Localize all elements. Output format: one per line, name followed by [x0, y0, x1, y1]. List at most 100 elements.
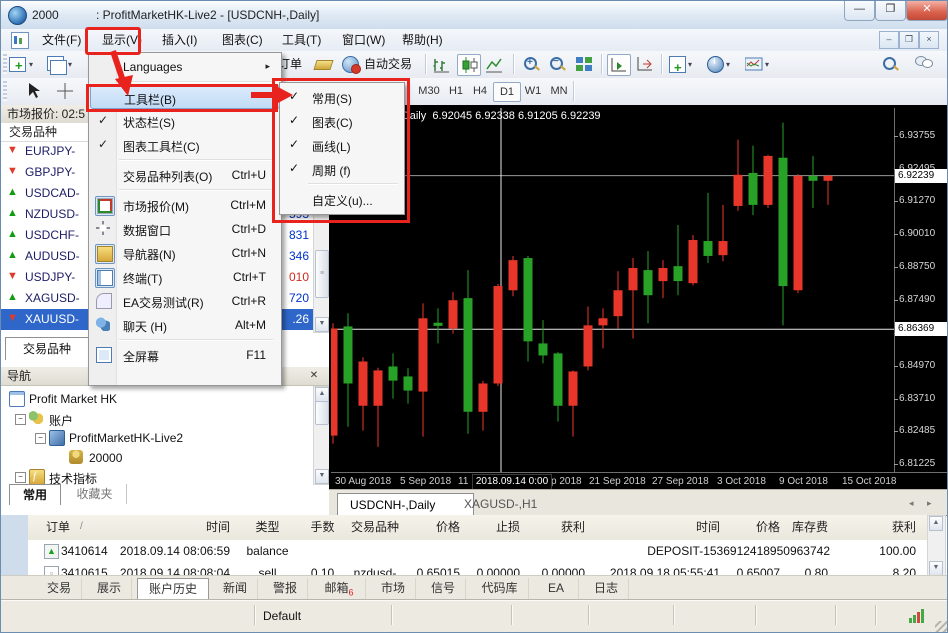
collapse-expander-icon[interactable]: − — [35, 433, 46, 444]
periods-button[interactable]: ▾ — [707, 54, 735, 74]
collapse-expander-icon[interactable]: − — [15, 472, 26, 483]
menubar-item-2[interactable]: 插入(I) — [155, 32, 204, 49]
view-menu-item-15[interactable]: 全屏幕F11 — [90, 343, 278, 367]
child-restore-button[interactable]: ❐ — [899, 31, 919, 49]
view-menu-item-10[interactable]: 导航器(N)Ctrl+N — [90, 241, 278, 265]
menubar-item-3[interactable]: 图表(C) — [215, 32, 270, 49]
navigator-tree-item-1[interactable]: −账户 — [1, 409, 301, 428]
terminal-tab-6[interactable]: 市场 — [371, 578, 416, 599]
period-button-M30[interactable]: M30 — [415, 82, 443, 100]
candlestick-button[interactable] — [457, 54, 481, 76]
toolbars-submenu-item-1[interactable]: ✓图表(C) — [281, 109, 402, 133]
toolbar-grip[interactable] — [3, 81, 7, 101]
view-menu-item-2[interactable]: 工具栏(B) — [90, 85, 280, 109]
terminal-column-header-6[interactable]: 止损 — [470, 515, 530, 539]
terminal-scrollbar[interactable]: ▲ ▼ — [927, 515, 946, 577]
profile-name[interactable]: Default — [263, 609, 301, 623]
period-button-H1[interactable]: H1 — [445, 82, 467, 100]
menubar-item-4[interactable]: 工具(T) — [275, 32, 328, 49]
terminal-row-3410615[interactable]: ▫34106152018.09.14 08:08:04sell0.10nzdus… — [28, 562, 927, 575]
period-button-W1[interactable]: W1 — [521, 82, 545, 100]
view-menu-item-11[interactable]: 终端(T)Ctrl+T — [90, 265, 278, 289]
toolbars-submenu-item-5[interactable]: 自定义(u)... — [281, 187, 402, 211]
resize-grip[interactable] — [935, 621, 948, 633]
navigator-tree-item-0[interactable]: Profit Market HK — [1, 389, 301, 408]
terminal-tab-2[interactable]: 账户历史 — [137, 578, 209, 601]
terminal-column-header-3[interactable]: 手数 — [305, 515, 350, 539]
child-minimize-button[interactable]: – — [879, 31, 899, 49]
child-close-button[interactable]: × — [919, 31, 939, 49]
navigator-tab-1[interactable]: 收藏夹 — [63, 484, 127, 504]
view-menu-item-6[interactable]: 交易品种列表(O)Ctrl+U — [90, 163, 278, 187]
terminal-tab-9[interactable]: EA — [534, 578, 579, 599]
indicators-button[interactable]: + ▾ — [669, 54, 697, 74]
new-chart-button[interactable]: + ▾ — [9, 54, 39, 74]
search-icon[interactable] — [881, 54, 899, 74]
terminal-tab-1[interactable]: 展示 — [87, 578, 132, 599]
tile-windows-icon[interactable] — [575, 54, 595, 74]
navigator-close-icon[interactable]: ✕ — [307, 370, 321, 383]
toolbars-submenu-item-0[interactable]: ✓常用(S) — [281, 85, 402, 109]
terminal-tab-0[interactable]: 交易 — [37, 578, 82, 599]
period-button-H4[interactable]: H4 — [469, 82, 491, 100]
templates-button[interactable]: ▾ — [745, 54, 773, 74]
menubar-item-1[interactable]: 显示(V) — [95, 32, 149, 49]
terminal-column-header-0[interactable]: 订单/ — [28, 515, 123, 539]
terminal-column-header-10[interactable]: 库存费 — [790, 515, 838, 539]
zoom-in-icon[interactable]: + — [522, 54, 542, 74]
minimize-button[interactable]: — — [844, 1, 875, 21]
chat-icon[interactable] — [915, 54, 935, 74]
view-menu-item-12[interactable]: EA交易测试(R)Ctrl+R — [90, 289, 278, 313]
navigator-tree-item-2[interactable]: −ProfitMarketHK-Live2 — [1, 428, 301, 447]
period-button-D1[interactable]: D1 — [493, 82, 521, 102]
market-watch-tab-symbols[interactable]: 交易品种 — [5, 337, 89, 360]
terminal-column-header-5[interactable]: 价格 — [410, 515, 470, 539]
terminal-column-header-7[interactable]: 获利 — [530, 515, 595, 539]
period-button-MN[interactable]: MN — [547, 82, 571, 100]
terminal-row-3410614[interactable]: ▲34106142018.09.14 08:06:59balance100.00… — [28, 540, 927, 562]
cursor-icon[interactable] — [25, 81, 45, 101]
terminal-column-header-4[interactable]: 交易品种 — [350, 515, 410, 539]
toolbar-grip[interactable] — [3, 54, 7, 74]
profiles-button[interactable]: ▾ — [47, 54, 77, 74]
terminal-column-header-2[interactable]: 类型 — [240, 515, 305, 539]
collapse-expander-icon[interactable]: − — [15, 414, 26, 425]
terminal-tab-7[interactable]: 信号 — [421, 578, 466, 599]
line-chart-icon[interactable] — [485, 54, 503, 74]
bar-chart-icon[interactable] — [433, 54, 451, 74]
gold-bars-icon[interactable] — [315, 54, 335, 74]
zoom-out-icon[interactable]: − — [548, 54, 568, 74]
autotrading-button[interactable]: 自动交易 — [342, 54, 422, 74]
chart-tabs-right-icon[interactable]: ▸ — [927, 498, 932, 509]
terminal-tab-4[interactable]: 警报 — [263, 578, 308, 599]
chart-plot[interactable] — [331, 108, 895, 472]
terminal-column-header-9[interactable]: 价格 — [730, 515, 790, 539]
terminal-column-header-11[interactable]: 获利 — [838, 515, 926, 539]
close-button[interactable]: ✕ — [906, 1, 948, 21]
terminal-tab-5[interactable]: 邮箱6 — [313, 578, 366, 599]
view-menu-item-4[interactable]: ✓图表工具栏(C) — [90, 133, 278, 157]
navigator-tree-item-3[interactable]: 20000 — [1, 448, 301, 467]
view-menu-item-9[interactable]: 数据窗口Ctrl+D — [90, 217, 278, 241]
toolbars-submenu-item-3[interactable]: ✓周期 (f) — [281, 157, 402, 181]
chart-tab-1[interactable]: XAGUSD-,H1 — [452, 493, 566, 516]
view-menu-item-3[interactable]: ✓状态栏(S) — [90, 109, 278, 133]
toolbars-submenu-item-2[interactable]: ✓画线(L) — [281, 133, 402, 157]
auto-scroll-button[interactable] — [607, 54, 631, 76]
menubar-item-6[interactable]: 帮助(H) — [395, 32, 450, 49]
terminal-column-header-8[interactable]: 时间 — [595, 515, 730, 539]
navigator-tab-0[interactable]: 常用 — [9, 484, 61, 505]
menubar-item-5[interactable]: 窗口(W) — [335, 32, 392, 49]
terminal-tab-8[interactable]: 代码库 — [471, 578, 529, 599]
chart-tabs-left-icon[interactable]: ◂ — [909, 498, 914, 509]
view-menu-item-13[interactable]: 聊天 (H)Alt+M — [90, 313, 278, 337]
terminal-tab-3[interactable]: 新闻 — [213, 578, 258, 599]
crosshair-icon[interactable] — [55, 81, 75, 101]
menubar-item-0[interactable]: 文件(F) — [35, 32, 88, 49]
view-menu-item-8[interactable]: 市场报价(M)Ctrl+M — [90, 193, 278, 217]
restore-button[interactable]: ❐ — [875, 1, 906, 21]
terminal-column-header-1[interactable]: 时间 — [115, 515, 240, 539]
terminal-tab-10[interactable]: 日志 — [584, 578, 629, 599]
chart-shift-icon[interactable] — [635, 54, 655, 74]
view-menu-item-0[interactable]: Languages▸ — [90, 55, 278, 79]
